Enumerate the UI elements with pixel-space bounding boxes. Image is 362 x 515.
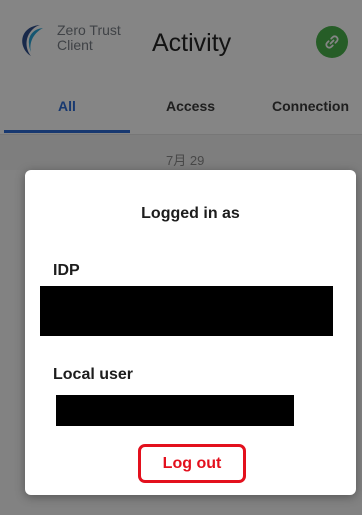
idp-label: IDP	[53, 262, 80, 279]
idp-value-redacted	[40, 286, 333, 336]
local-user-label: Local user	[53, 366, 134, 383]
logout-button[interactable]: Log out	[138, 444, 246, 483]
app-screen: Zero Trust Client Activity All Access Co…	[0, 0, 362, 515]
local-user-value-redacted	[56, 395, 294, 426]
dialog-title: Logged in as	[141, 205, 240, 222]
logged-in-dialog: Logged in as IDP Local user Log out	[25, 170, 356, 495]
